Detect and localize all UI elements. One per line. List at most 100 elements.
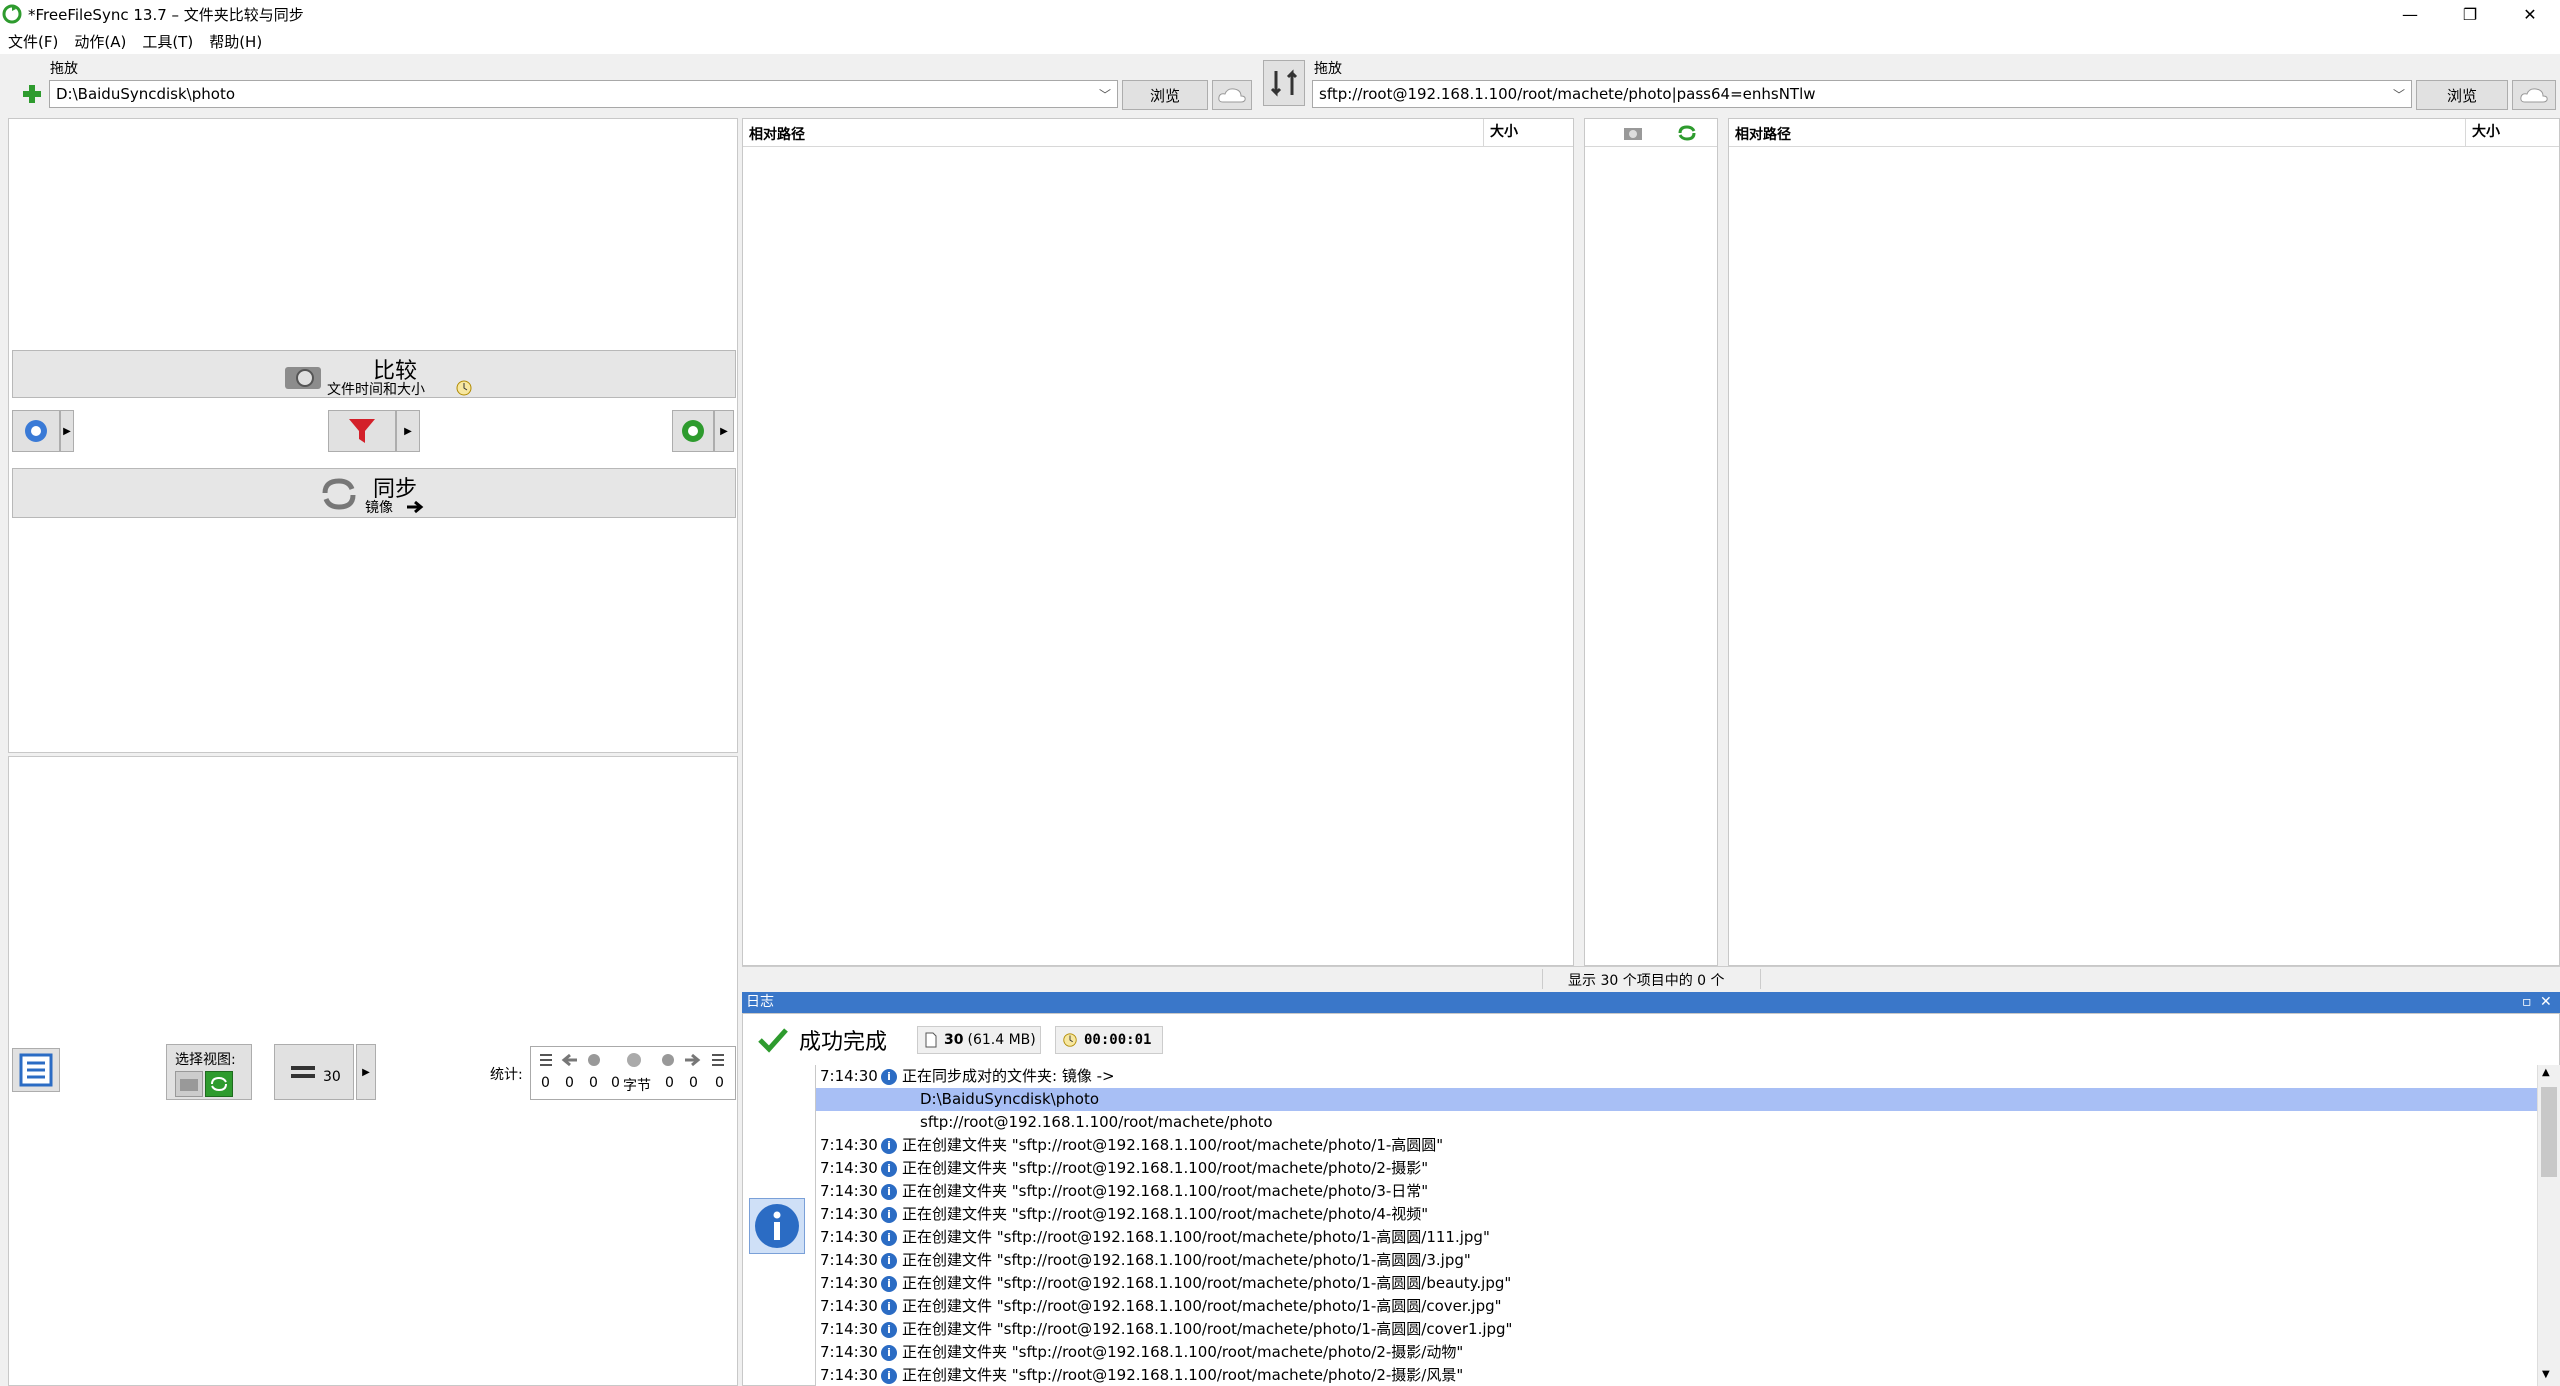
log-line[interactable]: D:\BaiduSyncdisk\photo [816,1088,2537,1111]
plus-icon [23,85,41,103]
log-line[interactable]: 7:14:30 i 正在创建文件 "sftp://root@192.168.1.10… [816,1318,2537,1341]
toggle-log-button[interactable] [12,1048,60,1092]
equal-count: 30 [323,1069,341,1085]
log-vertical-scrollbar[interactable]: ▲ ▼ [2537,1065,2560,1386]
menu-help[interactable]: 帮助(H) [201,31,270,52]
right-drag-label: 拖放 [1314,61,1342,77]
scroll-up-arrow[interactable]: ▲ [2542,1067,2550,1078]
log-line[interactable]: sftp://root@192.168.1.100/root/machete/p… [816,1111,2537,1134]
log-line-time: 7:14:30 [820,1159,878,1177]
menu-actions[interactable]: 动作(A) [66,31,134,52]
create-right-icon [712,1054,724,1066]
compare-settings-button[interactable] [12,410,60,452]
swap-icon [1270,69,1298,97]
stat-data-unit: 字节 [623,1078,651,1094]
log-panel-titlebar: 日志 ▫ ✕ [742,992,2560,1013]
left-folder-path-input[interactable]: D:\BaiduSyncdisk\photo ﹀ [49,80,1118,108]
view-action-button[interactable] [205,1071,233,1097]
log-line[interactable]: 7:14:30 i 正在创建文件夹 "sftp://root@192.168.1.1… [816,1157,2537,1180]
log-line[interactable]: 7:14:30 i 正在创建文件夹 "sftp://root@192.168.1.1… [816,1180,2537,1203]
update-right-icon [685,1053,701,1067]
window-title: *FreeFileSync 13.7 – 文件夹比较与同步 [28,5,304,24]
clock-icon [1063,1033,1077,1047]
stat-data-volume: 0 [611,1075,620,1091]
log-line-time: 7:14:30 [820,1366,878,1384]
restore-button[interactable]: ❐ [2440,0,2500,28]
chevron-down-icon[interactable]: ﹀ [1099,85,1111,105]
right-folder-path-input[interactable]: sftp://root@192.168.1.100/root/machete/p… [1312,80,2412,108]
sync-action-icon[interactable] [1677,124,1697,142]
compare-settings-dropdown[interactable]: ▶ [60,410,74,452]
right-cloud-button[interactable] [2512,80,2556,110]
middle-action-grid[interactable] [1584,118,1718,966]
log-line-message: 正在创建文件夹 "sftp://root@192.168.1.100/root/… [902,1136,1444,1154]
left-col-relative-path[interactable]: 相对路径 [749,124,805,144]
view-filter-dropdown[interactable]: ▶ [356,1044,376,1100]
freefilesync-app-icon [2,4,22,24]
filter-icon [349,419,375,443]
middle-grid-header [1585,119,1717,147]
synchronize-button[interactable]: 同步 镜像 [12,468,736,518]
add-folder-pair-button[interactable] [18,80,46,108]
right-col-size[interactable]: 大小 [2465,119,2500,146]
log-line[interactable]: 7:14:30 i 正在创建文件 "sftp://root@192.168.1.10… [816,1226,2537,1249]
log-line[interactable]: 7:14:30 i 正在创建文件夹 "sftp://root@192.168.1.1… [816,1341,2537,1364]
scroll-thumb[interactable] [2541,1087,2557,1177]
right-col-relative-path[interactable]: 相对路径 [1735,124,1791,144]
log-maximize-button[interactable]: ▫ [2522,992,2532,1013]
right-browse-button[interactable]: 浏览 [2416,80,2508,110]
log-line-message: 正在创建文件 "sftp://root@192.168.1.100/root/m… [902,1274,1512,1292]
log-message-list[interactable]: 7:14:30 i 正在同步成对的文件夹: 镜像 -> D:\BaiduSyncdis… [815,1065,2537,1386]
sync-settings-dropdown[interactable]: ▶ [714,410,734,452]
chevron-down-icon[interactable]: ﹀ [2393,85,2405,105]
title-bar: *FreeFileSync 13.7 – 文件夹比较与同步 [0,0,2560,28]
log-line[interactable]: 7:14:30 i 正在创建文件 "sftp://root@192.168.1.10… [816,1272,2537,1295]
log-line-time: 7:14:30 [820,1343,878,1361]
close-button[interactable]: ✕ [2500,0,2560,28]
log-line[interactable]: 7:14:30 i 正在创建文件夹 "sftp://root@192.168.1.1… [816,1203,2537,1226]
log-line[interactable]: 7:14:30 i 正在同步成对的文件夹: 镜像 -> [816,1065,2537,1088]
sync-variant: 镜像 [365,500,393,516]
log-line-message: 正在创建文件夹 "sftp://root@192.168.1.100/root/… [902,1159,1429,1177]
compare-variant: 文件时间和大小 [327,382,425,398]
swap-sides-button[interactable] [1263,60,1305,106]
log-line-time: 7:14:30 [820,1067,878,1085]
view-difference-button[interactable] [175,1071,203,1097]
sync-view-icon [211,1076,227,1092]
log-line-message: D:\BaiduSyncdisk\photo [920,1090,1099,1108]
left-col-size[interactable]: 大小 [1483,119,1518,146]
log-line[interactable]: 7:14:30 i 正在创建文件 "sftp://root@192.168.1.10… [816,1295,2537,1318]
log-list-icon [19,1053,53,1087]
arrow-right-icon [407,500,424,514]
scroll-down-arrow[interactable]: ▼ [2542,1369,2550,1380]
menu-file[interactable]: 文件(F) [0,31,66,52]
stat-update-right: 0 [689,1075,698,1091]
log-line-time: 7:14:30 [820,1320,878,1338]
log-filter-info-button[interactable] [749,1198,805,1254]
checkmark-icon [758,1028,788,1053]
info-icon: i [881,1069,897,1085]
select-view-group: 选择视图: [166,1044,252,1100]
menu-tools[interactable]: 工具(T) [134,31,201,52]
compare-category-icon[interactable] [1623,125,1643,141]
equal-files-filter-button[interactable]: 30 [274,1044,354,1100]
sync-settings-button[interactable] [672,410,714,452]
log-line[interactable]: 7:14:30 i 正在创建文件夹 "sftp://root@192.168.1.1… [816,1134,2537,1157]
log-line-message: 正在创建文件 "sftp://root@192.168.1.100/root/m… [902,1320,1513,1338]
right-file-grid[interactable]: 相对路径 大小 [1728,118,2560,966]
log-line-message: 正在同步成对的文件夹: 镜像 -> [902,1067,1115,1085]
log-line[interactable]: 7:14:30 i 正在创建文件 "sftp://root@192.168.1.10… [816,1249,2537,1272]
data-volume-icon [627,1053,641,1067]
filter-dropdown[interactable]: ▶ [396,410,420,452]
stat-update-left: 0 [565,1075,574,1091]
filter-button[interactable] [328,410,396,452]
left-cloud-button[interactable] [1212,80,1252,110]
log-close-button[interactable]: ✕ [2540,992,2552,1013]
minimize-button[interactable]: — [2380,0,2440,28]
stat-create-right: 0 [715,1075,724,1091]
update-left-icon [561,1053,577,1067]
compare-button[interactable]: 比较 文件时间和大小 [12,350,736,398]
left-browse-button[interactable]: 浏览 [1122,80,1208,110]
log-line[interactable]: 7:14:30 i 正在创建文件夹 "sftp://root@192.168.1.1… [816,1364,2537,1386]
left-file-grid[interactable]: 相对路径 大小 [742,118,1574,966]
